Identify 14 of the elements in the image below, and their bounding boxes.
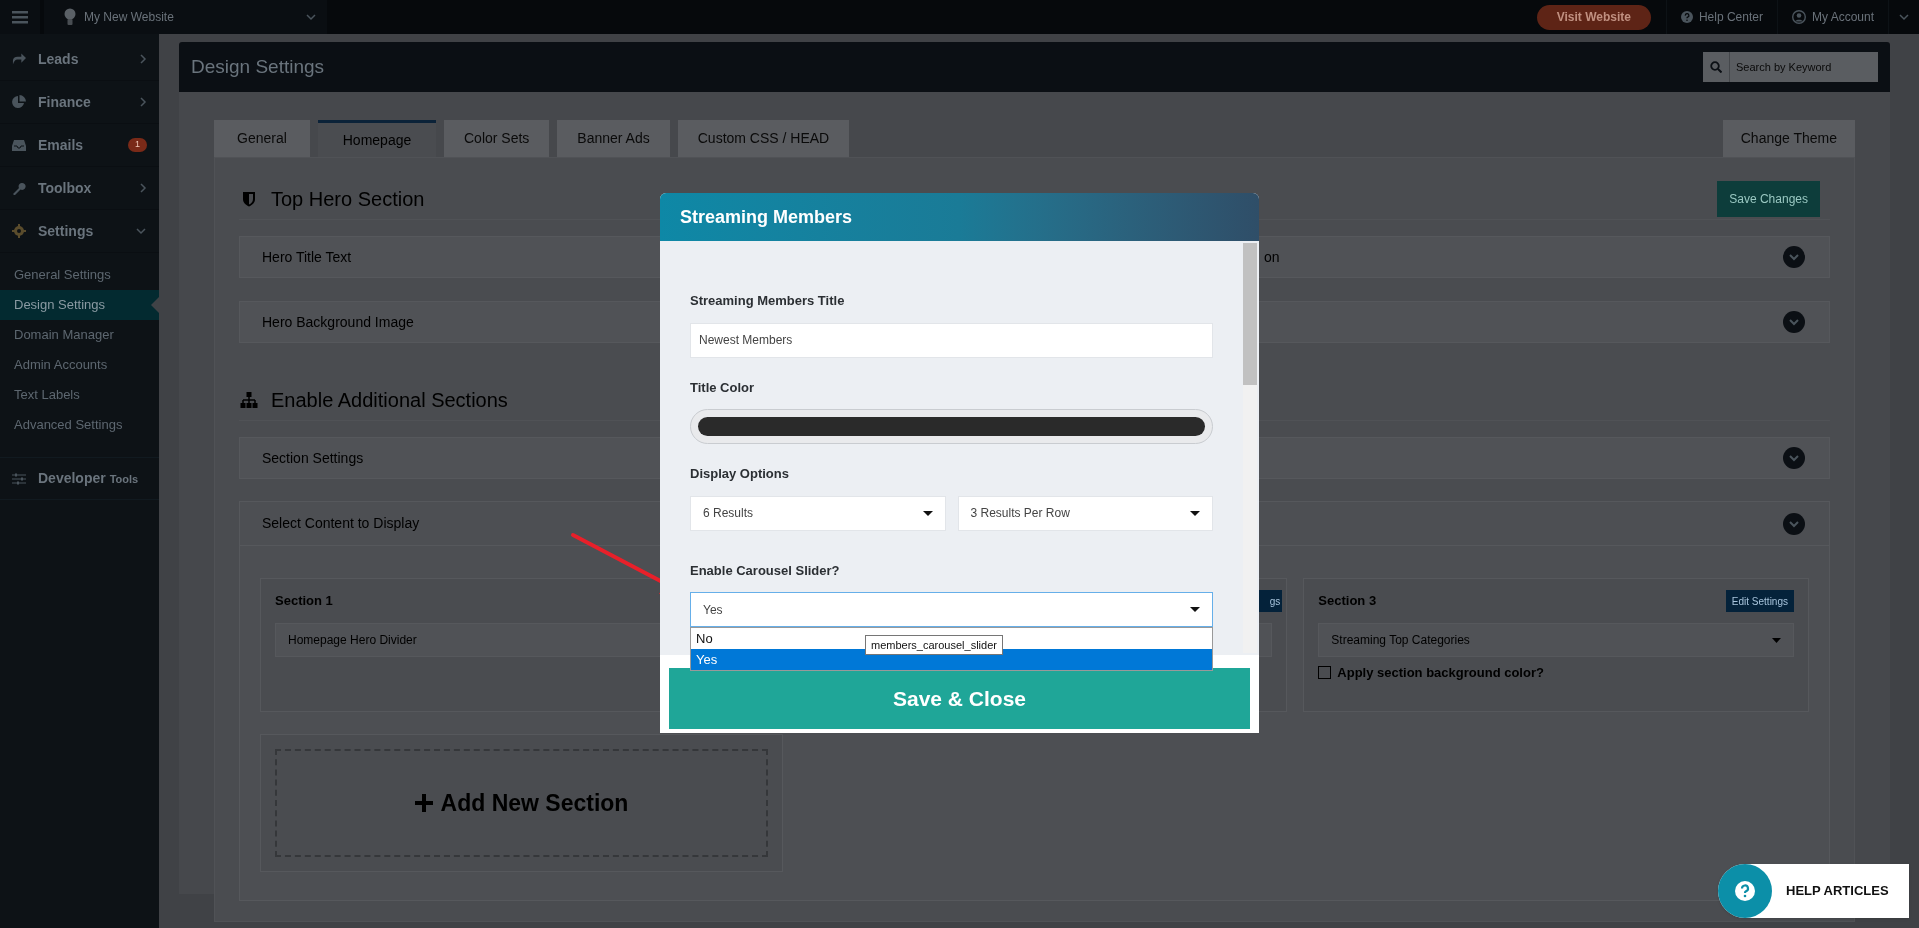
checkbox-label: Apply section background color? [1337,664,1544,682]
count-badge: 1 [128,138,147,152]
section-title: Section 1 [275,592,333,611]
field-label: Title Color [690,378,756,397]
modal-title: Streaming Members [680,205,853,229]
field-label: Display Options [690,465,790,483]
page-title: Design Settings [191,54,325,79]
field-label: Enable Carousel Slider? [690,561,841,580]
section-heading: Enable Additional Sections [271,387,508,413]
section-heading: Top Hero Section [271,186,425,212]
section-title: Section 3 [1318,592,1377,611]
panel-title: Select Content to Display [262,514,420,533]
tooltip: members_carousel_slider [865,634,1003,655]
field-label: Streaming Members Title [690,292,846,310]
